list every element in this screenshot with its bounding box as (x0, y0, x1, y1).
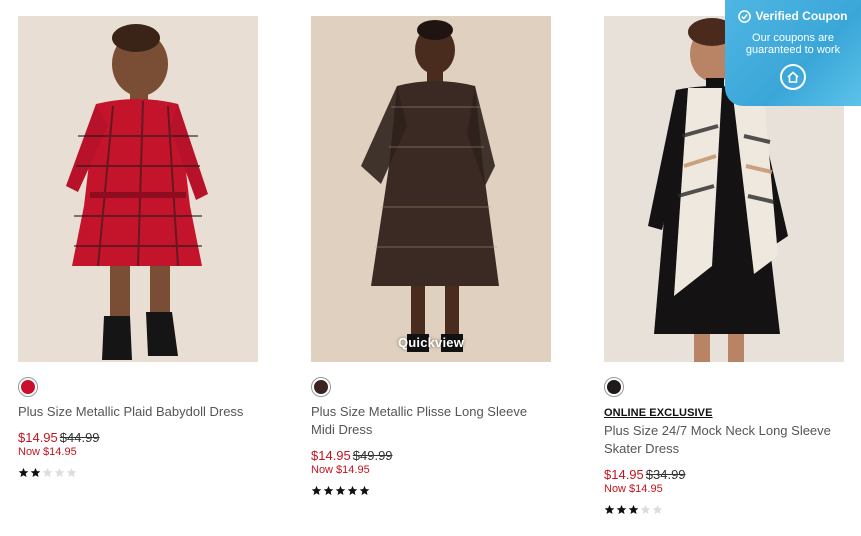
star-filled-icon (359, 485, 370, 496)
now-price: Now $14.95 (18, 446, 77, 458)
color-swatch[interactable] (311, 377, 331, 397)
product-image[interactable]: Quickview (311, 16, 551, 362)
price-block: $14.95 $34.99 (604, 467, 844, 482)
original-price: $49.99 (352, 448, 393, 463)
star-empty-icon (652, 504, 663, 515)
star-filled-icon (30, 467, 41, 478)
product-name[interactable]: Plus Size 24/7 Mock Neck Long Sleeve Ska… (604, 422, 844, 458)
star-empty-icon (640, 504, 651, 515)
model-in-metallic-midi-dress (311, 16, 551, 362)
house-icon (787, 71, 799, 83)
sale-price: $14.95 (604, 467, 644, 482)
coupon-title-row: Verified Coupon (725, 9, 861, 23)
star-filled-icon (18, 467, 29, 478)
quickview-button[interactable]: Quickview (311, 335, 551, 350)
star-rating (18, 467, 258, 479)
star-filled-icon (347, 485, 358, 496)
star-filled-icon (335, 485, 346, 496)
color-swatch[interactable] (604, 377, 624, 397)
verified-coupon-widget[interactable]: Verified Coupon Our coupons are guarante… (725, 0, 861, 106)
coupon-title: Verified Coupon (755, 9, 848, 23)
star-empty-icon (66, 467, 77, 478)
sale-price: $14.95 (311, 448, 351, 463)
house-logo-icon[interactable] (780, 64, 806, 90)
star-empty-icon (42, 467, 53, 478)
coupon-subtitle: Our coupons are guaranteed to work (745, 32, 841, 56)
online-exclusive-badge: ONLINE EXCLUSIVE (604, 407, 713, 419)
original-price: $44.99 (59, 430, 100, 445)
model-in-red-plaid-dress (18, 16, 258, 362)
now-price: Now $14.95 (311, 464, 370, 476)
product-card-2[interactable]: Quickview Plus Size Metallic Plisse Long… (311, 16, 551, 497)
price-block: $14.95 $44.99 (18, 430, 258, 445)
product-name[interactable]: Plus Size Metallic Plaid Babydoll Dress (18, 403, 258, 421)
now-price: Now $14.95 (604, 483, 663, 495)
star-filled-icon (311, 485, 322, 496)
product-card-1[interactable]: Plus Size Metallic Plaid Babydoll Dress … (18, 16, 258, 479)
check-circle-icon (738, 9, 752, 23)
original-price: $34.99 (645, 467, 686, 482)
star-rating (311, 485, 551, 497)
product-name[interactable]: Plus Size Metallic Plisse Long Sleeve Mi… (311, 403, 551, 439)
star-filled-icon (323, 485, 334, 496)
product-image[interactable] (18, 16, 258, 362)
star-filled-icon (616, 504, 627, 515)
star-empty-icon (54, 467, 65, 478)
star-rating (604, 504, 844, 516)
star-filled-icon (604, 504, 615, 515)
star-filled-icon (628, 504, 639, 515)
color-swatch[interactable] (18, 377, 38, 397)
price-block: $14.95 $49.99 (311, 448, 551, 463)
sale-price: $14.95 (18, 430, 58, 445)
